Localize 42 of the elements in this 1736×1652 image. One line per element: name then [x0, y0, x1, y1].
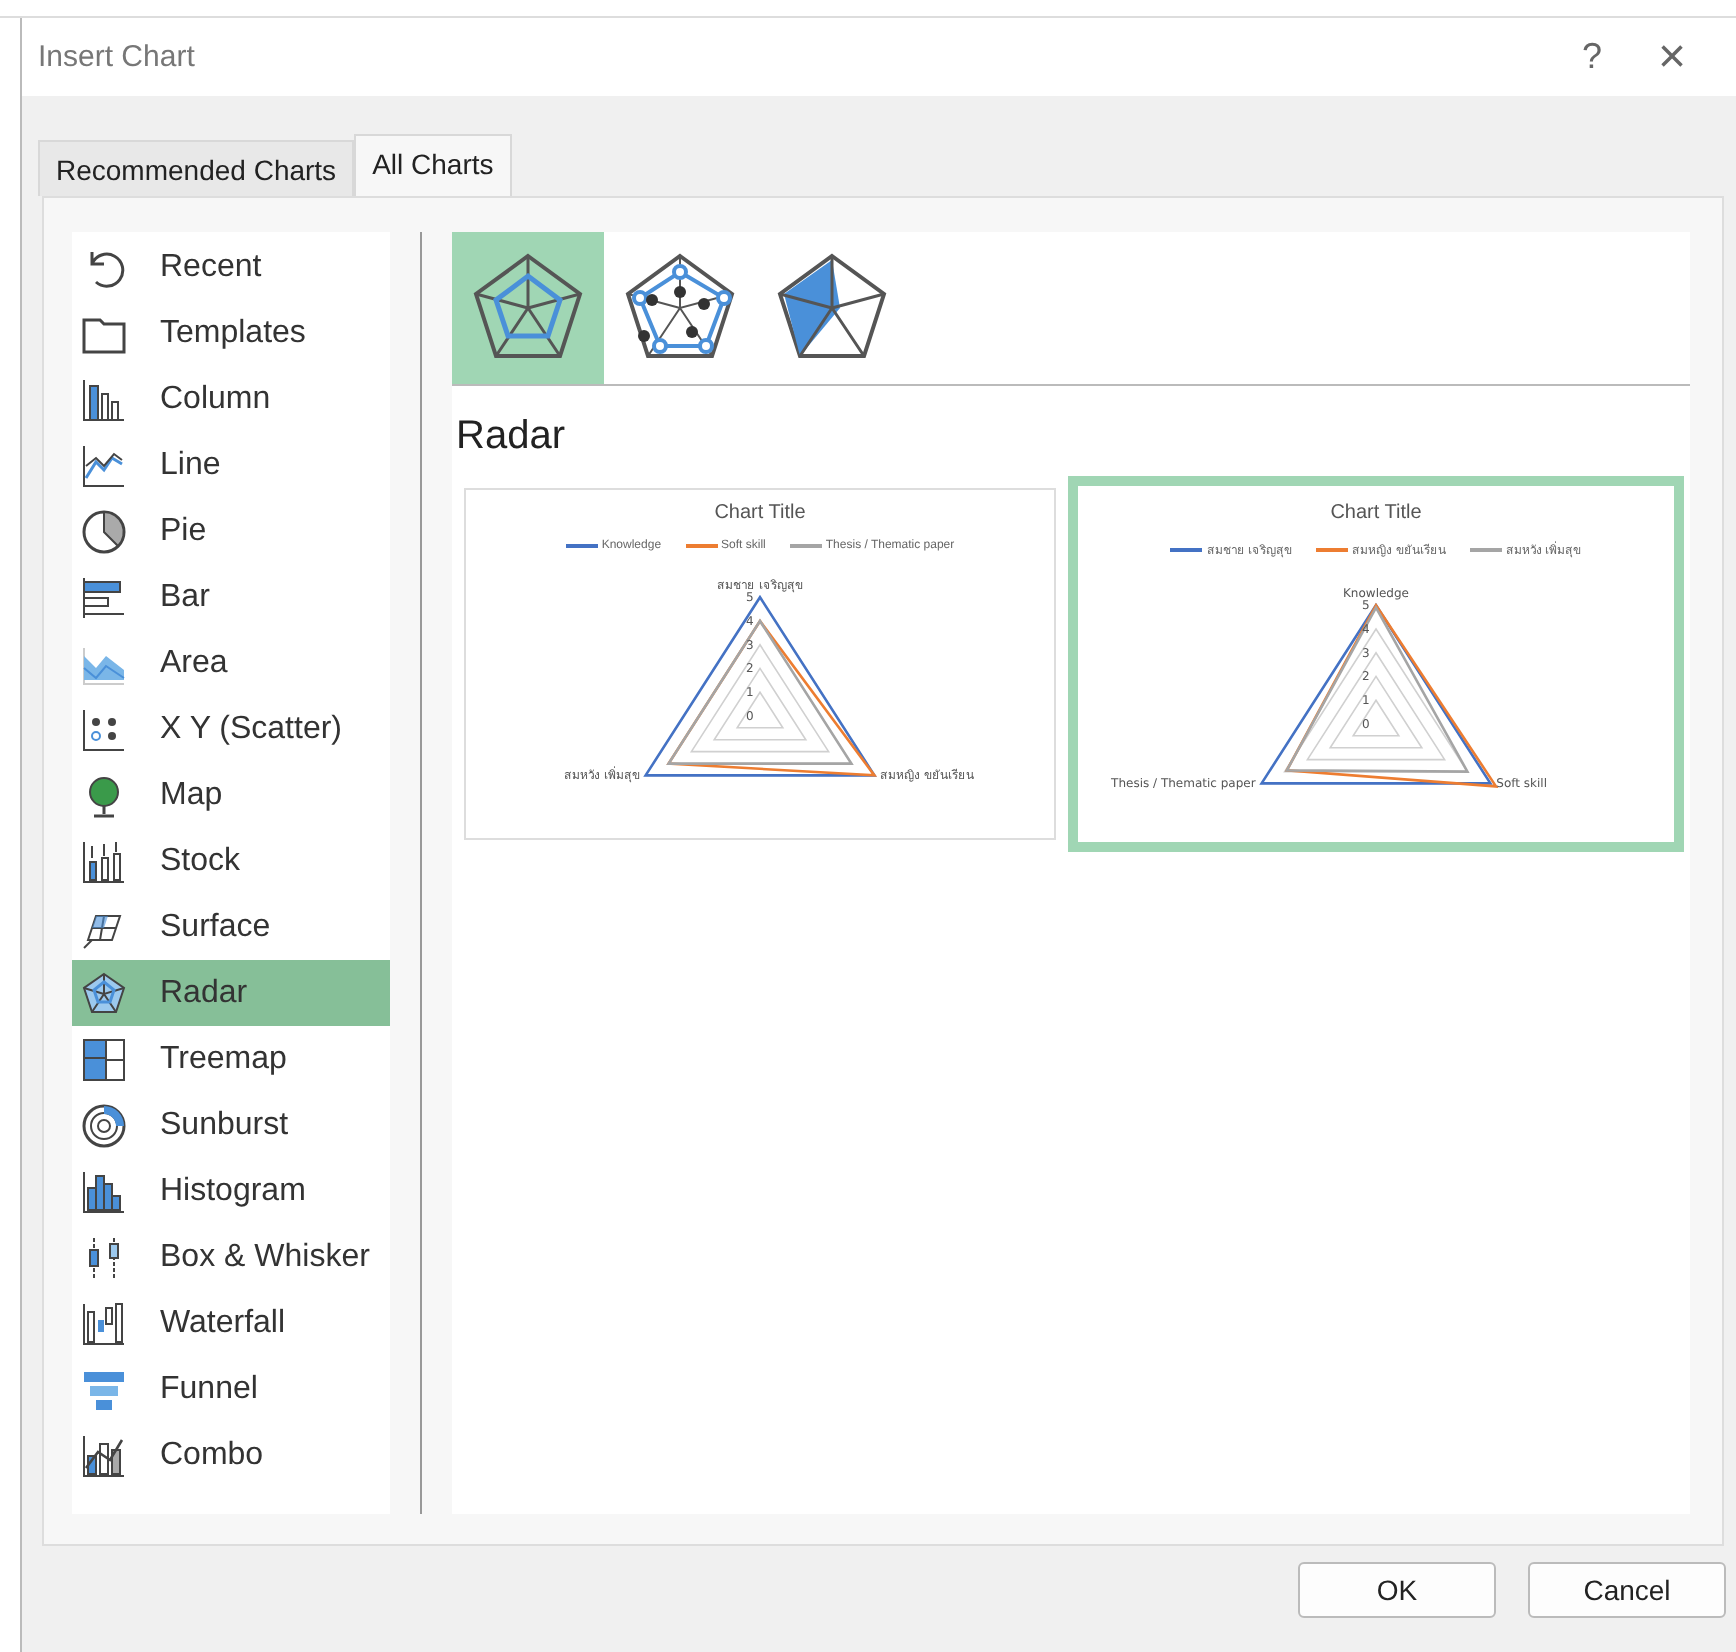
treemap-icon: [80, 1035, 128, 1083]
close-button[interactable]: ×: [1632, 29, 1712, 85]
chart-type-heading: Radar: [456, 414, 567, 460]
stock-chart-icon: [80, 837, 128, 885]
waterfall-icon: [80, 1299, 128, 1347]
sidebar-item[interactable]: Funnel: [72, 1356, 390, 1422]
chart-title: Chart Title: [714, 502, 806, 524]
sidebar-item[interactable]: Area: [72, 630, 390, 696]
sunburst-icon: [80, 1101, 128, 1149]
bar-chart-icon: [80, 573, 128, 621]
chart-title: Chart Title: [1330, 502, 1422, 524]
sidebar-item[interactable]: X Y (Scatter): [72, 696, 390, 762]
window-title: Insert Chart: [38, 40, 197, 74]
sidebar-item[interactable]: Waterfall: [72, 1290, 390, 1356]
sidebar-item[interactable]: Line: [72, 432, 390, 498]
sidebar-item[interactable]: Radar: [72, 960, 390, 1026]
sidebar-item[interactable]: Box & Whisker: [72, 1224, 390, 1290]
sidebar-item[interactable]: Combo: [72, 1422, 390, 1488]
sidebar-item[interactable]: Sunburst: [72, 1092, 390, 1158]
sidebar-item[interactable]: Pie: [72, 498, 390, 564]
chart-subtype-option[interactable]: [452, 232, 604, 384]
column-chart-icon: [80, 375, 128, 423]
histogram-icon: [80, 1167, 128, 1215]
sidebar-item[interactable]: Histogram: [72, 1158, 390, 1224]
cancel-button[interactable]: Cancel: [1528, 1562, 1726, 1618]
radar-chart-icon: [80, 969, 128, 1017]
help-button[interactable]: ?: [1552, 36, 1632, 78]
sidebar-item[interactable]: Templates: [72, 300, 390, 366]
sidebar-item[interactable]: Bar: [72, 564, 390, 630]
line-chart-icon: [80, 441, 128, 489]
sidebar-item[interactable]: Treemap: [72, 1026, 390, 1092]
scatter-chart-icon: [80, 705, 128, 753]
combo-chart-icon: [80, 1431, 128, 1479]
tab[interactable]: All Charts: [354, 134, 512, 196]
sidebar-item[interactable]: Map: [72, 762, 390, 828]
sidebar-item[interactable]: Recent: [72, 234, 390, 300]
ok-button[interactable]: OK: [1298, 1562, 1496, 1618]
tab[interactable]: Recommended Charts: [38, 140, 355, 196]
sidebar-item[interactable]: Stock: [72, 828, 390, 894]
sidebar-item[interactable]: Surface: [72, 894, 390, 960]
pie-chart-icon: [80, 507, 128, 555]
sidebar-item[interactable]: Column: [72, 366, 390, 432]
